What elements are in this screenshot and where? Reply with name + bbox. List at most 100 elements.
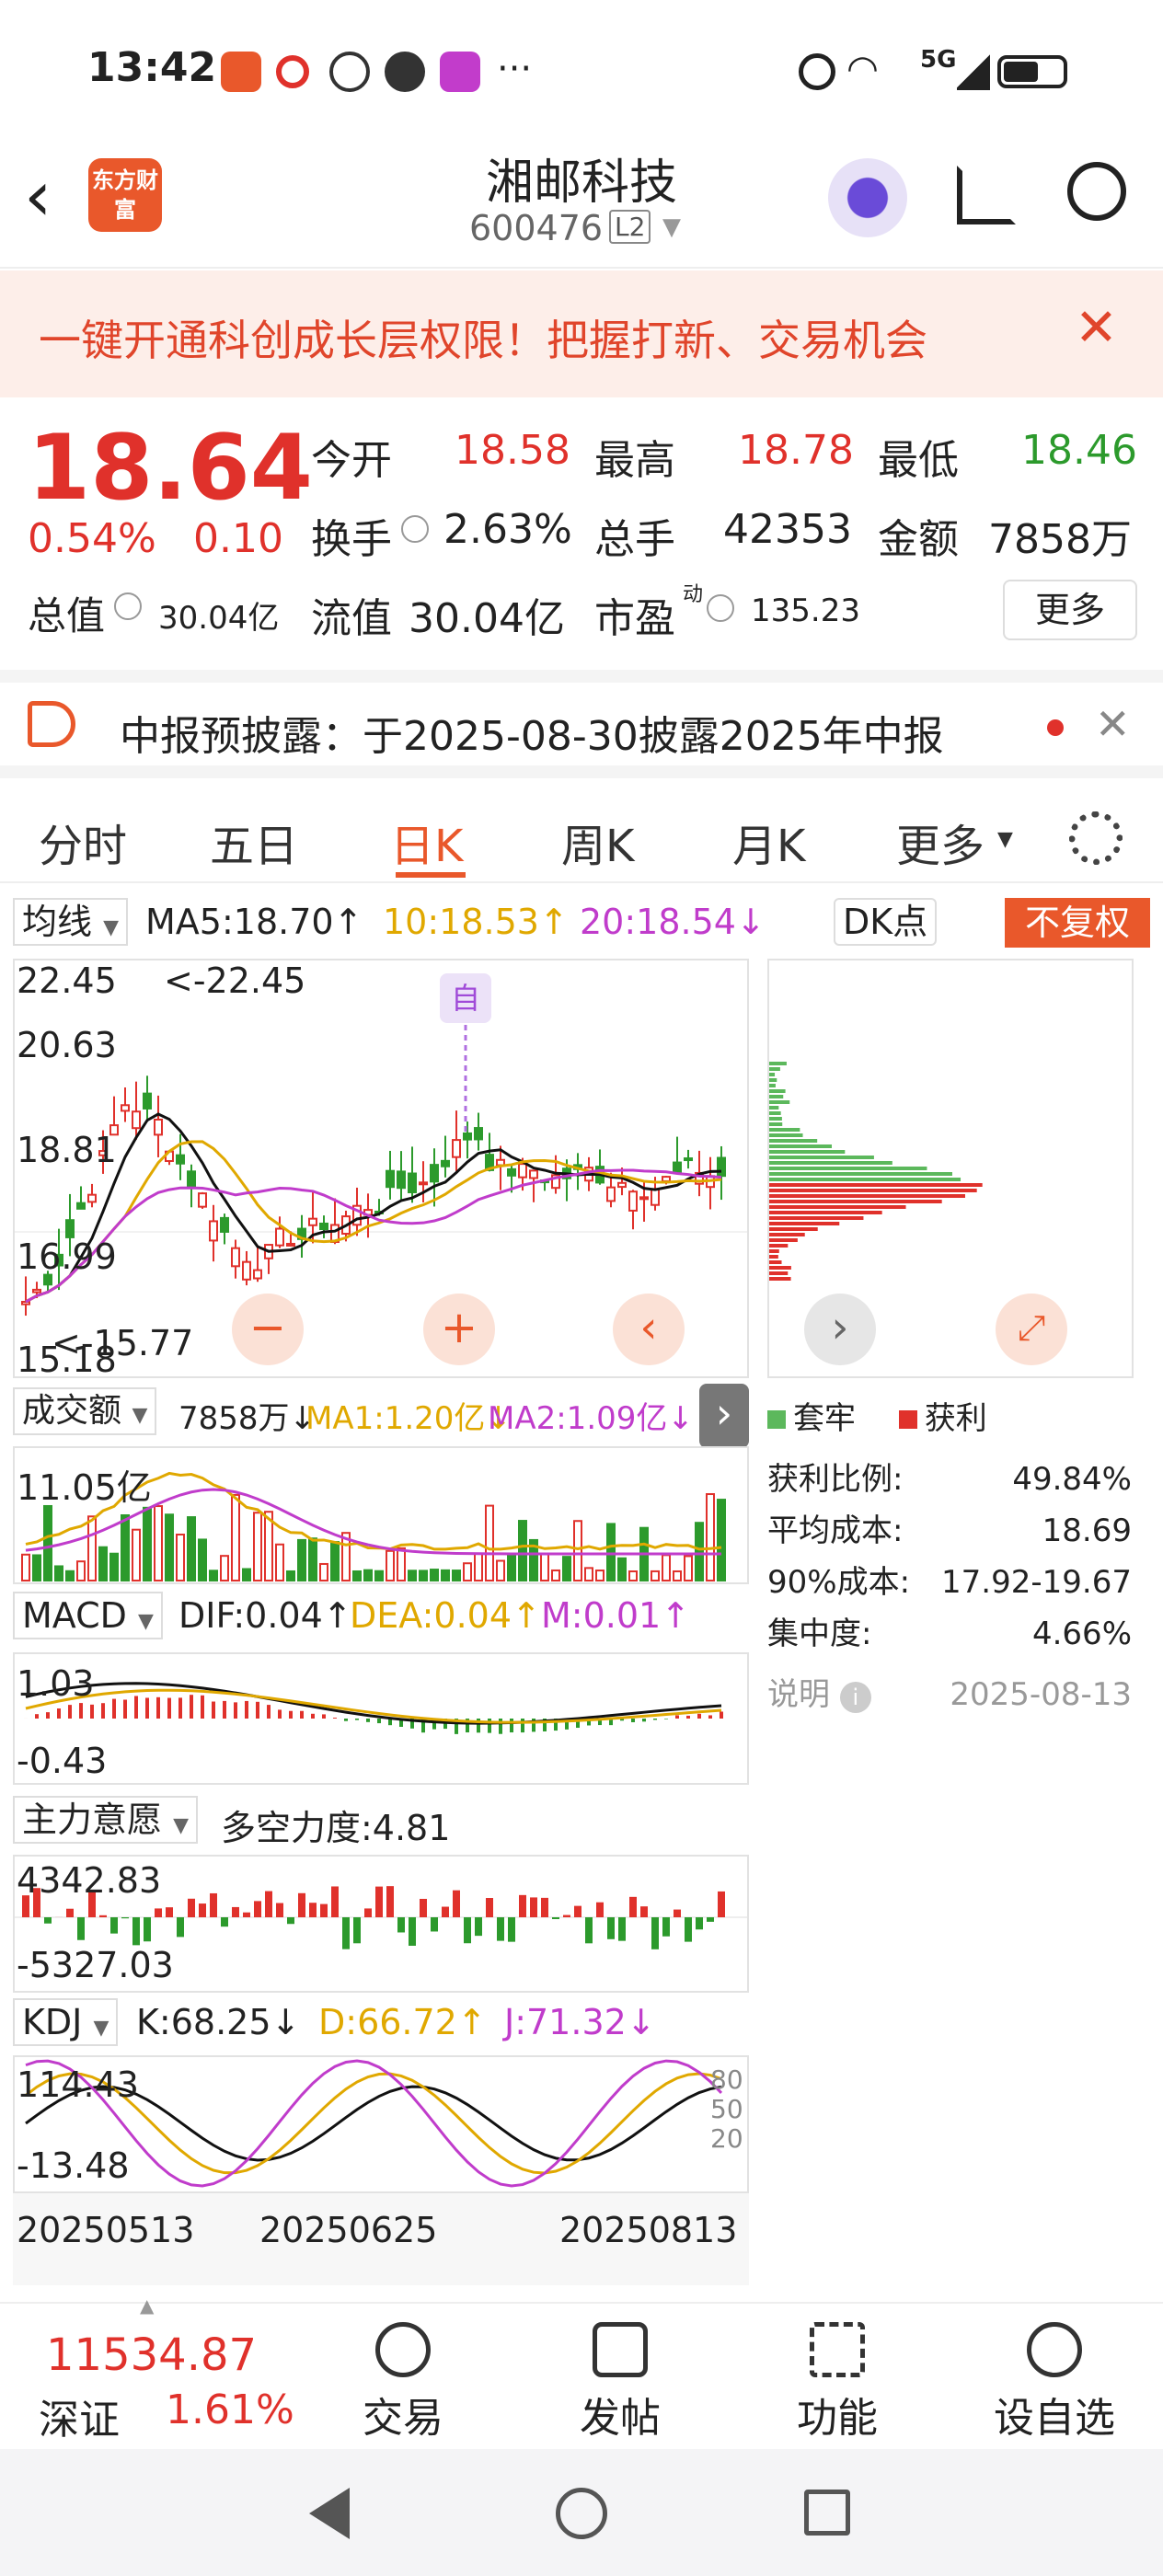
volume-bar (154, 1505, 163, 1582)
force-bar (155, 1908, 162, 1917)
wifi-icon: ◠ (846, 48, 879, 90)
notice-text[interactable]: 中报预披露：于2025-08-30披露2025年中报 (120, 703, 944, 762)
tab-more[interactable]: 更多 (896, 810, 985, 874)
chip-bar (769, 1249, 779, 1253)
candle (209, 1220, 218, 1242)
level2-badge[interactable]: L2 (609, 210, 651, 244)
functions-label: 功能 (797, 2395, 878, 2442)
chip-stat-row: 集中度: 4.66% (767, 1608, 1132, 1660)
close-notice-icon[interactable]: ✕ (1095, 699, 1131, 749)
chip-bar (769, 1106, 779, 1110)
tab-weekly-k[interactable]: 周K (561, 810, 634, 874)
volume-indicator-select[interactable]: 成交额 ▼ (13, 1387, 157, 1435)
macd-chart[interactable]: 1.03 -0.43 (13, 1652, 749, 1785)
force-bar (574, 1905, 582, 1917)
close-icon[interactable]: ✕ (1075, 298, 1118, 358)
banner-text[interactable]: 一键开通科创成长层权限！把握打新、交易机会 (39, 307, 927, 368)
main-force-select[interactable]: 主力意愿 ▼ (13, 1796, 199, 1844)
battery-icon (997, 55, 1067, 88)
candle (673, 1161, 682, 1173)
force-bar (144, 1917, 151, 1942)
tab-monthly-k[interactable]: 月K (732, 810, 805, 874)
wechat-icon (385, 52, 425, 92)
kline-chart[interactable]: 22.45 20.63 18.81 16.99 15.18 <-22.45 <-… (13, 959, 749, 1380)
kdj-chart[interactable]: 114.43 -13.48 80 50 20 (13, 2055, 749, 2193)
chip-bar (769, 1111, 781, 1115)
add-watchlist-button[interactable]: 设自选 (981, 2322, 1128, 2444)
back-nav-icon[interactable] (309, 2488, 350, 2539)
tab-daily-k[interactable]: 日K (390, 810, 463, 874)
force-bar (210, 1892, 217, 1917)
chevron-up-icon[interactable]: ▲ (140, 2294, 154, 2317)
volume-bar (386, 1549, 395, 1582)
status-bar: 13:42 ··· ◠ 5G (0, 0, 1163, 138)
indicator-select[interactable]: 均线 ▼ (13, 898, 129, 946)
grid-icon (810, 2322, 865, 2377)
search-icon[interactable] (1067, 162, 1126, 221)
macd-y-bottom: -0.43 (17, 1741, 108, 1781)
volume-chart[interactable]: 11.05亿 (13, 1446, 749, 1584)
volume-bar (518, 1520, 527, 1581)
volume-bar (562, 1556, 571, 1582)
kdj-select[interactable]: KDJ ▼ (13, 1998, 119, 2046)
volume-bar (363, 1569, 373, 1582)
trade-button[interactable]: 交易 (329, 2322, 477, 2444)
chip-note[interactable]: 说明 i (767, 1669, 871, 1720)
force-bar (607, 1917, 615, 1939)
index-pct[interactable]: 1.61% (166, 2386, 294, 2433)
chip-bar (769, 1216, 864, 1220)
index-value[interactable]: 11534.87 (46, 2329, 257, 2381)
volume-bar (352, 1570, 362, 1581)
recents-nav-icon[interactable] (804, 2490, 850, 2536)
post-button[interactable]: 发帖 (547, 2322, 694, 2444)
share-icon[interactable] (957, 166, 1016, 224)
zoom-in-button[interactable]: + (423, 1294, 495, 1365)
info-icon[interactable] (707, 594, 734, 622)
dk-point-select[interactable]: DK点 (834, 898, 938, 946)
tab-intraday[interactable]: 分时 (39, 810, 127, 874)
trap-label: 套牢 (793, 1400, 856, 1437)
info-icon: i (839, 1682, 871, 1713)
chevron-down-icon[interactable]: ▼ (997, 828, 1013, 851)
settings-gear-icon[interactable] (1069, 811, 1123, 865)
candle (662, 1176, 671, 1182)
macd-select[interactable]: MACD ▼ (13, 1592, 163, 1639)
scroll-left-button[interactable]: ‹ (613, 1294, 685, 1365)
zoom-out-button[interactable]: − (232, 1294, 304, 1365)
home-nav-icon[interactable] (556, 2488, 607, 2539)
ma-line (25, 1168, 722, 1304)
chip-distribution[interactable]: › ⤢ (767, 959, 1134, 1378)
collapse-side-panel-button[interactable]: › (699, 1384, 749, 1448)
candle (187, 1170, 196, 1188)
force-bar (629, 1896, 637, 1917)
force-bar (453, 1890, 460, 1917)
post-label: 发帖 (580, 2395, 661, 2442)
promo-banner[interactable]: 一键开通科创成长层权限！把握打新、交易机会 ✕ (0, 270, 1163, 397)
notice-bar[interactable]: 中报预披露：于2025-08-30披露2025年中报 ✕ (0, 670, 1163, 778)
chip-note-row[interactable]: 说明 i 2025-08-13 (767, 1669, 1132, 1720)
candle (132, 1110, 141, 1130)
scroll-right-button[interactable]: › (804, 1294, 876, 1365)
info-icon[interactable] (401, 515, 429, 543)
candle (606, 1186, 616, 1202)
force-bar (431, 1917, 438, 1932)
candle (220, 1216, 229, 1233)
main-force-chart[interactable]: 4342.83 -5327.03 (13, 1855, 749, 1993)
chip-bar (769, 1205, 906, 1209)
volume-bar (485, 1504, 494, 1581)
chevron-down-icon[interactable]: ▼ (662, 213, 681, 241)
stat-value: 18.69 (1042, 1512, 1132, 1549)
chip-bar (769, 1200, 942, 1203)
chip-bar (769, 1211, 882, 1214)
tab-five-day[interactable]: 五日 (210, 810, 298, 874)
volume-bar (496, 1559, 505, 1582)
functions-button[interactable]: 功能 (764, 2322, 911, 2444)
adjust-type-button[interactable]: 不复权 (1005, 898, 1150, 948)
ai-assistant-avatar[interactable] (828, 158, 907, 237)
force-bar (442, 1906, 449, 1917)
info-icon[interactable] (114, 592, 142, 620)
more-quote-button[interactable]: 更多 (1003, 580, 1137, 640)
index-name[interactable]: 深证 (39, 2386, 120, 2445)
expand-icon[interactable]: ⤢ (996, 1294, 1067, 1365)
volume-bar (474, 1552, 483, 1581)
